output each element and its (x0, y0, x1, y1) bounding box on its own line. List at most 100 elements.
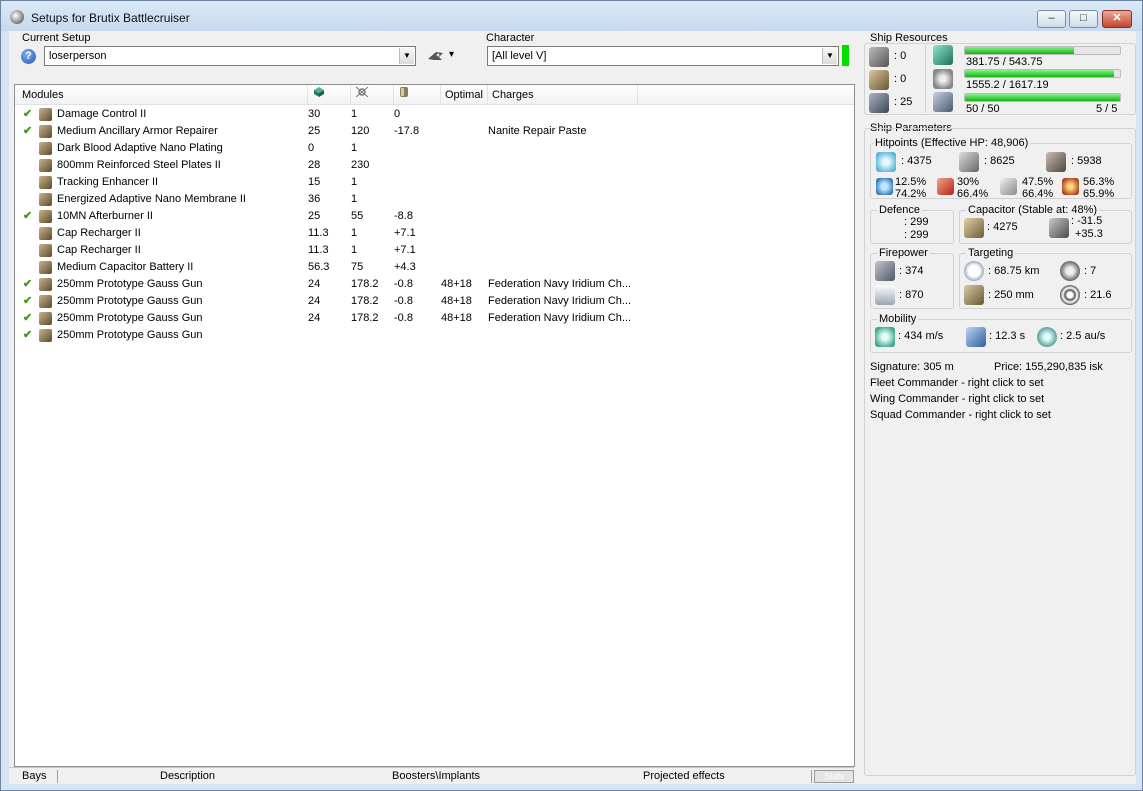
armor-repairer-icon (39, 125, 52, 138)
module-cpu: 24 (308, 295, 321, 307)
module-pg: 178.2 (351, 312, 379, 324)
table-row[interactable]: Cap Recharger II 11.3 1 +7.1 (15, 225, 854, 242)
table-row[interactable]: ✔ 10MN Afterburner II 25 55 -8.8 (15, 208, 854, 225)
module-name: Dark Blood Adaptive Nano Plating (57, 142, 223, 154)
module-optimal: 48+18 (441, 312, 472, 324)
em-resist-icon (876, 178, 893, 195)
chevron-down-icon[interactable]: ▼ (399, 48, 414, 64)
dps-icon (875, 261, 895, 281)
table-row[interactable]: Cap Recharger II 11.3 1 +7.1 (15, 242, 854, 259)
stats-button[interactable]: Stats (814, 770, 854, 783)
tab-boosters-implants[interactable]: Boosters\Implants (392, 769, 480, 784)
hybrid-turret-icon (39, 312, 52, 325)
module-name: Energized Adaptive Nano Membrane II (57, 193, 246, 205)
table-row[interactable]: ✔ 250mm Prototype Gauss Gun 24 178.2 -0.8 48+… (15, 293, 854, 310)
column-powergrid[interactable] (351, 85, 394, 105)
module-cpu: 25 (308, 125, 321, 137)
module-pg: 1 (351, 142, 358, 154)
title-bar[interactable]: Setups for Brutix Battlecruiser – □ ✕ (1, 1, 1142, 31)
column-optimal[interactable]: Optimal (441, 85, 488, 105)
module-cpu: 0 (308, 142, 315, 154)
minimize-button[interactable]: – (1037, 10, 1066, 28)
targeting-title: Targeting (966, 247, 1016, 259)
module-name: Medium Capacitor Battery II (57, 261, 194, 273)
explosive-resist-armor: 65.9% (1083, 188, 1115, 200)
module-name: 10MN Afterburner II (57, 210, 153, 222)
tab-projected-effects[interactable]: Projected effects (643, 769, 725, 784)
table-row[interactable]: ✔ Damage Control II 30 1 0 (15, 106, 854, 123)
close-button[interactable]: ✕ (1102, 10, 1132, 28)
active-check-icon[interactable]: ✔ (23, 208, 32, 225)
client-area: Current Setup ? loserperson ▼ ▾ Characte… (9, 31, 1136, 784)
module-charges: Nanite Repair Paste (488, 125, 587, 137)
table-row[interactable]: Dark Blood Adaptive Nano Plating 0 1 (15, 140, 854, 157)
module-name: Damage Control II (57, 108, 147, 120)
shield-hp-value: : 4375 (901, 155, 932, 167)
table-row[interactable]: ✔ 250mm Prototype Gauss Gun 24 178.2 -0.8 48+… (15, 310, 854, 327)
max-targets-icon (1060, 261, 1080, 281)
em-resist-values: 12.5% 74.2% (895, 176, 926, 200)
warp-speed-icon (1037, 327, 1057, 347)
targeting-group: Targeting : 68.75 km : 7 : 250 mm : 21.6 (959, 247, 1132, 309)
current-setup-select[interactable]: loserperson ▼ (44, 46, 416, 66)
explosive-resist-shield: 56.3% (1083, 176, 1115, 188)
signature-value: Signature: 305 m (870, 361, 954, 373)
column-capacitor[interactable] (394, 85, 441, 105)
column-cpu[interactable] (308, 85, 351, 105)
module-cpu: 24 (308, 278, 321, 290)
module-charges: Federation Navy Iridium Ch... (488, 278, 632, 290)
modules-grid[interactable]: Modules Optimal Charges ✔ Damage Control … (14, 84, 855, 767)
tab-description[interactable]: Description (160, 769, 215, 784)
turret-hardpoint-icon (869, 47, 889, 67)
fleet-commander-link[interactable]: Fleet Commander - right click to set (870, 377, 1044, 389)
damage-control-icon (39, 108, 52, 121)
column-modules[interactable]: Modules (18, 85, 308, 105)
wing-commander-link[interactable]: Wing Commander - right click to set (870, 393, 1044, 405)
column-charges[interactable]: Charges (488, 85, 638, 105)
table-row[interactable]: Tracking Enhancer II 15 1 (15, 174, 854, 191)
active-check-icon[interactable]: ✔ (23, 293, 32, 310)
character-label: Character (486, 32, 535, 44)
resources-divider (925, 45, 926, 113)
capacitor-battery-icon (39, 261, 52, 274)
module-optimal: 48+18 (441, 295, 472, 307)
kinetic-resist-values: 47.5% 66.4% (1022, 176, 1053, 200)
tab-bays[interactable]: Bays (22, 769, 46, 784)
module-name: Medium Ancillary Armor Repairer (57, 125, 218, 137)
table-row[interactable]: 800mm Reinforced Steel Plates II 28 230 (15, 157, 854, 174)
chevron-down-icon[interactable]: ▼ (822, 48, 837, 64)
module-charges: Federation Navy Iridium Ch... (488, 312, 632, 324)
defence-title: Defence (877, 204, 922, 216)
table-row[interactable]: ✔ Medium Ancillary Armor Repairer 25 120 -17… (15, 123, 854, 140)
chevron-down-icon: ▾ (449, 49, 455, 60)
character-select[interactable]: [All level V] ▼ (487, 46, 839, 66)
help-icon[interactable]: ? (21, 49, 36, 64)
hybrid-turret-icon (39, 295, 52, 308)
active-check-icon[interactable]: ✔ (23, 276, 32, 293)
table-row[interactable]: ✔ 250mm Prototype Gauss Gun 24 178.2 -0.8 48+… (15, 276, 854, 293)
table-row[interactable]: ✔ 250mm Prototype Gauss Gun (15, 327, 854, 344)
module-pg: 75 (351, 261, 364, 273)
module-name: 250mm Prototype Gauss Gun (57, 329, 203, 341)
table-row[interactable]: Medium Capacitor Battery II 56.3 75 +4.3 (15, 259, 854, 276)
setup-tools-button[interactable]: ▾ (427, 49, 461, 65)
module-charges: Federation Navy Iridium Ch... (488, 295, 632, 307)
cpu-icon (933, 45, 953, 65)
drone-bandwidth-icon (933, 92, 953, 112)
active-check-icon[interactable]: ✔ (23, 327, 32, 344)
module-pg: 55 (351, 210, 364, 222)
maximize-button[interactable]: □ (1069, 10, 1098, 28)
kinetic-resist-icon (1000, 178, 1017, 195)
capacitor-icon (400, 87, 408, 97)
table-row[interactable]: Energized Adaptive Nano Membrane II 36 1 (15, 191, 854, 208)
kinetic-resist-shield: 47.5% (1022, 176, 1054, 188)
velocity-value: : 434 m/s (898, 330, 944, 342)
thermal-resist-shield: 30% (957, 176, 980, 188)
active-check-icon[interactable]: ✔ (23, 310, 32, 327)
squad-commander-link[interactable]: Squad Commander - right click to set (870, 409, 1051, 421)
active-check-icon[interactable]: ✔ (23, 123, 32, 140)
armor-icon (959, 152, 979, 172)
active-check-icon[interactable]: ✔ (23, 106, 32, 123)
kinetic-resist-armor: 66.4% (1022, 188, 1054, 200)
setup-window: Setups for Brutix Battlecruiser – □ ✕ Cu… (0, 0, 1143, 791)
